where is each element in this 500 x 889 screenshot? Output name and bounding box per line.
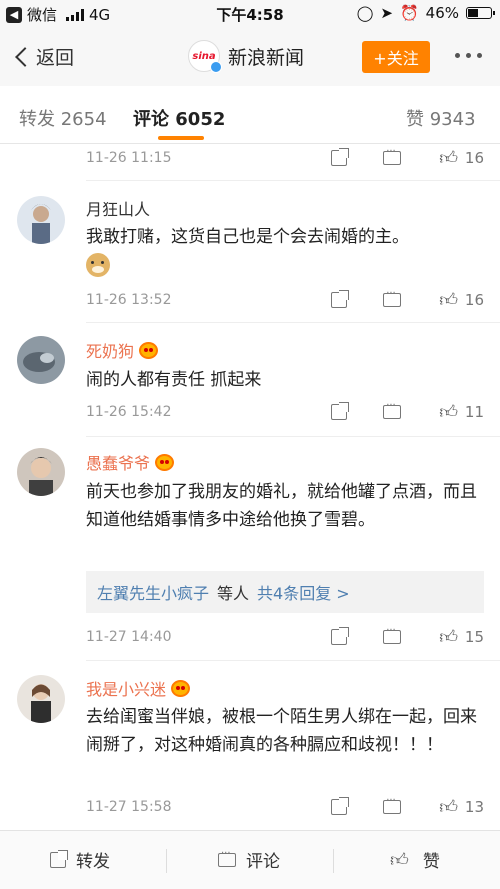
avatar[interactable] <box>17 675 65 723</box>
comment-icon <box>218 848 236 867</box>
fan-medal-icon <box>155 453 175 471</box>
comment-list[interactable]: 11-26 11:15 👍︎ 16 月狂山人 我敢打赌，这货自己也是个会去闹婚的… <box>0 144 500 830</box>
divider <box>86 436 500 437</box>
comment-actions: 👍︎ 11 <box>331 400 484 423</box>
divider <box>86 180 500 181</box>
repost-icon[interactable] <box>331 402 350 420</box>
back-button[interactable]: 返回 <box>12 43 74 70</box>
reply-user-link[interactable]: 左翼先生小疯子 <box>97 580 209 604</box>
comment-date: 11-26 15:42 <box>86 404 172 420</box>
back-label: 返回 <box>36 47 75 69</box>
tab-comments[interactable]: 评论 6052 <box>133 105 225 131</box>
tab-likes[interactable]: 赞 9343 <box>406 105 476 131</box>
comment-meta: 11-26 15:42 👍︎ 11 <box>86 400 484 424</box>
avatar[interactable] <box>17 196 65 244</box>
repost-label: 转发 <box>76 852 110 872</box>
fan-medal-icon <box>139 341 159 359</box>
comment-meta: 11-26 13:52 👍︎ 16 <box>86 288 484 312</box>
more-options-icon[interactable] <box>455 53 482 58</box>
thumbs-up-icon[interactable]: 👍︎ <box>439 796 458 818</box>
like-label: 赞 <box>422 852 440 872</box>
comment-text: 我敢打赌，这货自己也是个会去闹婚的主。 <box>86 223 480 277</box>
comment-meta: 11-27 15:58 👍︎ 13 <box>86 795 484 819</box>
repost-icon[interactable] <box>331 627 350 645</box>
fan-medal-icon <box>171 679 191 697</box>
comment-date: 11-27 14:40 <box>86 629 172 645</box>
tab-reposts[interactable]: 转发 2654 <box>19 105 107 131</box>
location-icon: ➤ <box>380 4 393 22</box>
comment-actions: 👍︎ 16 <box>331 146 484 169</box>
comment-text: 去给闺蜜当伴娘，被根一个陌生男人绑在一起，回来闹掰了，对这种婚闹真的各种膈应和歧… <box>86 707 477 755</box>
bottom-action-bar: 转发 评论 👍︎ 赞 <box>0 830 500 889</box>
reply-mid-text: 等人 <box>217 584 250 603</box>
replies-summary[interactable]: 左翼先生小疯子 等人 共4条回复 > <box>86 571 484 613</box>
battery-percent: 46% <box>425 4 459 22</box>
thumbs-up-icon[interactable]: 👍︎ <box>439 401 458 423</box>
like-count: 16 <box>464 149 484 167</box>
comment-actions: 👍︎ 16 <box>331 288 484 311</box>
reply-icon[interactable] <box>383 795 402 814</box>
divider <box>86 322 500 323</box>
nav-bar: 返回 sina 新浪新闻 +关注 <box>0 28 500 86</box>
thumbs-up-icon[interactable]: 👍︎ <box>439 147 458 169</box>
user-name[interactable]: 月狂山人 <box>86 196 150 220</box>
like-button[interactable]: 👍︎ 赞 <box>390 847 440 873</box>
repost-icon[interactable] <box>331 290 350 308</box>
like-count: 13 <box>464 798 484 816</box>
doge-emoji-icon <box>86 253 110 277</box>
account-title[interactable]: sina 新浪新闻 <box>188 40 305 73</box>
sina-logo: sina <box>188 40 222 73</box>
tab-bar: 转发 2654 评论 6052 赞 9343 <box>0 86 500 144</box>
avatar[interactable] <box>17 336 65 384</box>
reply-icon[interactable] <box>383 146 402 165</box>
follow-button[interactable]: +关注 <box>362 41 430 73</box>
reply-icon[interactable] <box>383 400 402 419</box>
user-name[interactable]: 死奶狗 <box>86 338 159 362</box>
like-count: 15 <box>464 628 484 646</box>
user-name[interactable]: 我是小兴迷 <box>86 676 191 700</box>
reply-count-link[interactable]: 共4条回复 > <box>257 580 350 604</box>
like-count: 11 <box>464 403 484 421</box>
divider <box>166 849 167 873</box>
comment-date: 11-26 13:52 <box>86 292 172 308</box>
like-count: 16 <box>464 291 484 309</box>
comment-text: 闹的人都有责任 抓起来 <box>86 370 262 390</box>
active-tab-indicator <box>158 136 204 140</box>
comment-date: 11-27 15:58 <box>86 799 172 815</box>
account-name: 新浪新闻 <box>228 46 305 69</box>
comment-label: 评论 <box>246 852 280 872</box>
alarm-icon: ⏰ <box>399 4 419 22</box>
status-right: ◯ ➤ ⏰ 46% <box>356 4 495 22</box>
comment-meta: 11-26 11:15 👍︎ 16 <box>86 146 484 170</box>
orientation-lock-icon: ◯ <box>356 4 374 22</box>
reply-icon[interactable] <box>383 625 402 644</box>
thumbs-up-icon[interactable]: 👍︎ <box>439 289 458 311</box>
avatar[interactable] <box>17 448 65 496</box>
repost-icon[interactable] <box>331 148 350 166</box>
comment-button[interactable]: 评论 <box>218 847 280 872</box>
status-bar: ◀ 微信 4G 下午4:58 ◯ ➤ ⏰ 46% <box>0 0 500 28</box>
divider <box>86 660 500 661</box>
reply-icon[interactable] <box>383 288 402 307</box>
divider <box>333 849 334 873</box>
comment-actions: 👍︎ 13 <box>331 795 484 818</box>
comment-text: 前天也参加了我朋友的婚礼，就给他罐了点酒，而且知道他结婚事情多中途给他换了雪碧。 <box>86 482 477 530</box>
repost-icon[interactable] <box>331 797 350 815</box>
thumbs-up-icon: 👍︎ <box>390 849 409 871</box>
verified-badge-icon <box>210 61 222 73</box>
thumbs-up-icon[interactable]: 👍︎ <box>439 626 458 648</box>
repost-button[interactable]: 转发 <box>50 847 110 872</box>
battery-icon <box>466 7 495 19</box>
chevron-left-icon <box>15 46 35 67</box>
comment-date: 11-26 11:15 <box>86 150 172 166</box>
comment-meta: 11-27 14:40 👍︎ 15 <box>86 625 484 649</box>
repost-icon <box>50 849 68 868</box>
comment-actions: 👍︎ 15 <box>331 625 484 648</box>
user-name[interactable]: 愚蠢爷爷 <box>86 450 175 474</box>
